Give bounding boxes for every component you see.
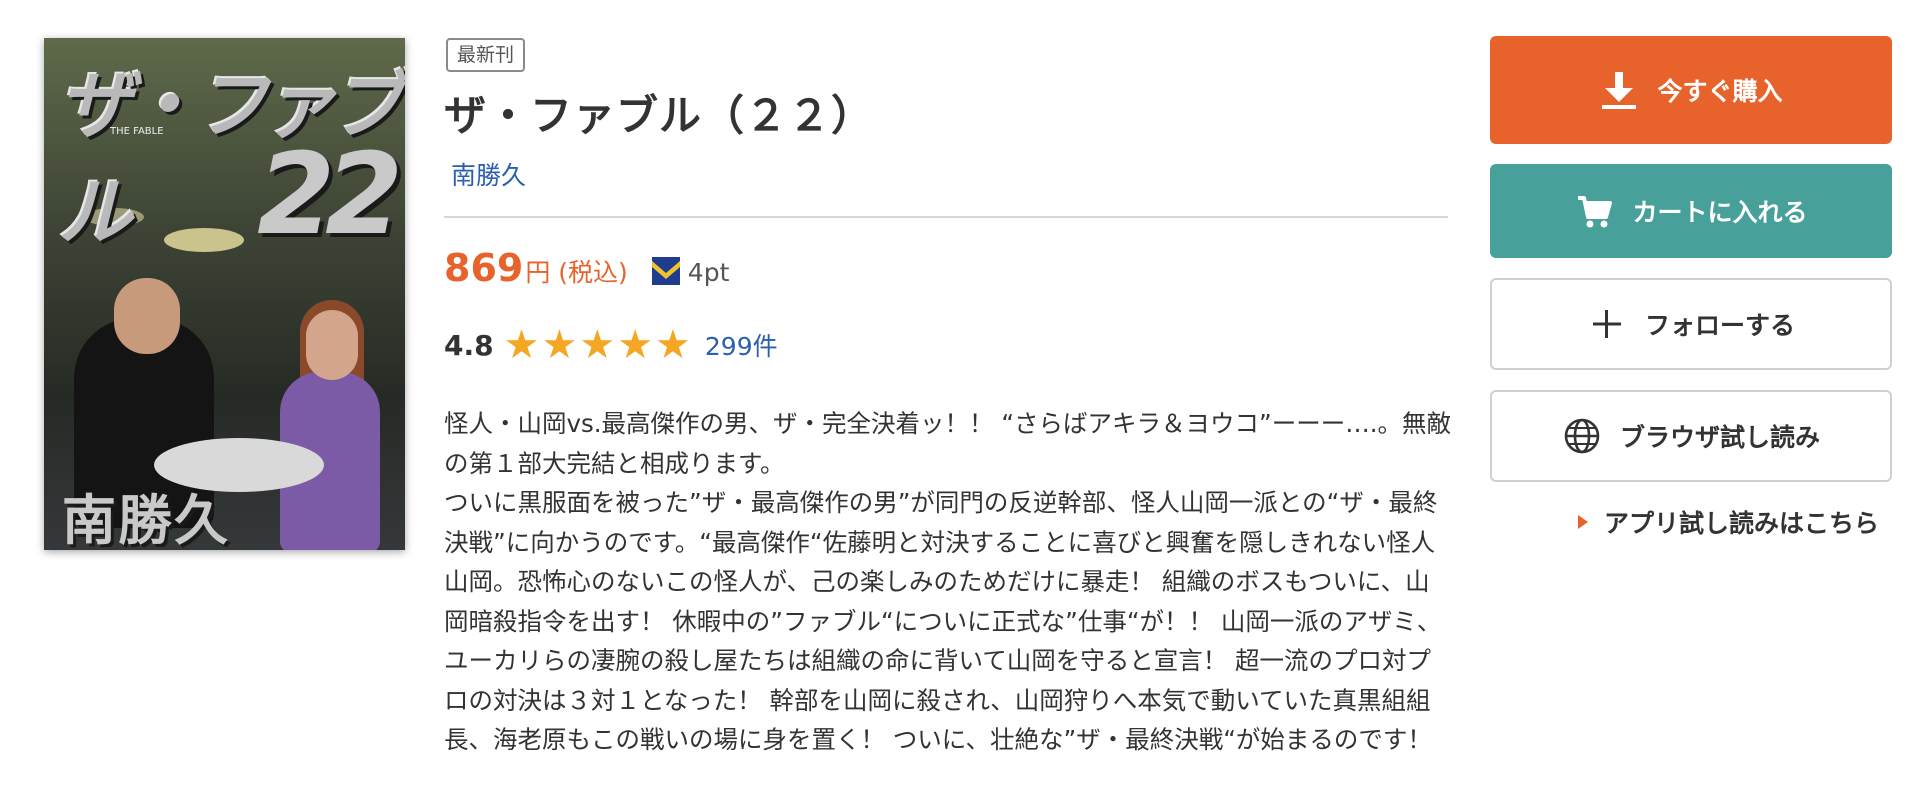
cover-author-text: 南勝久: [62, 489, 230, 550]
cover-volume-number: 22: [257, 130, 403, 260]
app-preview-label: アプリ試し読みはこちら: [1604, 509, 1880, 538]
plus-icon: [1587, 304, 1627, 344]
product-title: ザ・ファブル（２２）: [444, 91, 875, 140]
cart-icon: [1574, 191, 1614, 231]
browser-preview-label: ブラウザ試し読み: [1619, 423, 1820, 452]
browser-preview-button[interactable]: ブラウザ試し読み: [1490, 390, 1892, 482]
description-paragraph: ついに黒服面を被った”ザ・最高傑作の男”が同門の反逆幹部、怪人山岡一派との“ザ・…: [444, 488, 1442, 754]
cover-figure-woman-head: [306, 310, 358, 380]
star-icon: ★: [655, 322, 691, 368]
price-unit: 円 (税込): [525, 258, 628, 287]
divider: [444, 216, 1448, 218]
app-preview-link[interactable]: アプリ試し読みはこちら: [1578, 502, 1879, 542]
buy-now-button[interactable]: 今すぐ購入: [1490, 36, 1892, 144]
product-description: 怪人・山岡vs.最高傑作の男、ザ・完全決着ッ！！ “さらばアキラ＆ヨウコ”ーーー…: [444, 404, 1454, 760]
rating-value: 4.8: [444, 328, 494, 362]
globe-icon: [1562, 416, 1602, 456]
star-icon: ★: [503, 322, 540, 368]
add-to-cart-button[interactable]: カートに入れる: [1490, 164, 1892, 258]
point-badge-icon: [651, 257, 680, 285]
book-cover-image[interactable]: ザ・ファブル THE FABLE 22 南勝久: [44, 38, 405, 550]
price-value: 869: [444, 246, 524, 290]
rating-row: 4.8 ★ ★ ★ ★ ★ 299件: [444, 322, 778, 368]
cover-subtitle-text: THE FABLE: [110, 126, 164, 137]
download-icon: [1599, 70, 1639, 110]
points-value: 4pt: [687, 258, 730, 287]
star-icon: ★: [617, 322, 654, 368]
author-link[interactable]: 南勝久: [451, 156, 526, 192]
follow-label: フォローする: [1644, 311, 1795, 340]
review-count-link[interactable]: 299件: [705, 327, 778, 363]
triangle-right-icon: [1578, 515, 1588, 529]
star-rating: ★ ★ ★ ★ ★: [504, 325, 693, 365]
latest-volume-badge: 最新刊: [446, 38, 526, 72]
star-icon: ★: [579, 322, 616, 368]
follow-button[interactable]: フォローする: [1490, 278, 1892, 370]
add-to-cart-label: カートに入れる: [1632, 198, 1808, 227]
description-paragraph: 怪人・山岡vs.最高傑作の男、ザ・完全決着ッ！！ “さらばアキラ＆ヨウコ”ーーー…: [444, 409, 1452, 478]
buy-now-label: 今すぐ購入: [1657, 77, 1783, 106]
price-row: 869 円 (税込) 4pt: [444, 246, 729, 296]
cover-figure-man-head: [114, 278, 180, 354]
star-icon: ★: [541, 322, 578, 368]
